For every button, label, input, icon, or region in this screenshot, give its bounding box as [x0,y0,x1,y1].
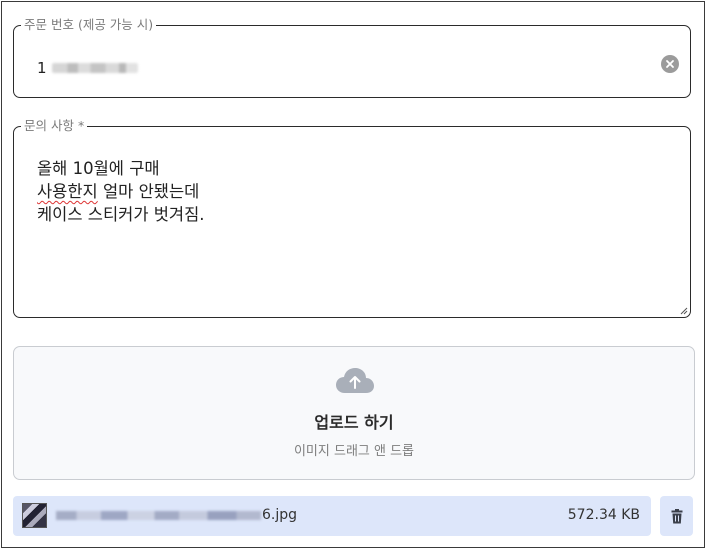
inquiry-field[interactable]: 문의 사항 * 올해 10월에 구매 사용한지 얼마 안됐는데 케이스 스티커가… [13,119,691,318]
redacted-order-number [51,63,138,73]
inquiry-label: 문의 사항 * [24,118,85,133]
inquiry-line-2: 사용한지 얼마 안됐는데 [37,180,670,203]
delete-file-button[interactable] [660,496,693,536]
file-name: 6.jpg [56,507,297,523]
trash-icon [671,508,682,523]
upload-dropzone[interactable]: 업로드 하기 이미지 드래그 앤 드롭 [13,346,695,480]
close-icon [666,60,674,68]
cloud-upload-icon [336,368,374,393]
inquiry-line-3: 케이스 스티커가 벗겨짐. [37,205,205,224]
inquiry-textarea[interactable]: 올해 10월에 구매 사용한지 얼마 안됐는데 케이스 스티커가 벗겨짐. [37,157,670,226]
resize-handle-icon[interactable] [678,305,688,315]
file-size: 572.34 KB [567,507,640,523]
spellcheck-word[interactable]: 사용한지 [37,182,98,201]
upload-title: 업로드 하기 [314,413,394,432]
inquiry-line-1: 올해 10월에 구매 [37,159,160,178]
redacted-file-name [56,510,261,520]
clear-input-button[interactable] [661,55,679,73]
order-number-value[interactable]: 1 [37,59,138,77]
file-name-suffix: 6.jpg [262,507,298,523]
order-number-label: 주문 번호 (제공 가능 시) [24,17,154,32]
file-thumbnail [22,503,47,528]
inquiry-line-2-rest: 얼마 안됐는데 [97,182,200,201]
order-number-field[interactable]: 주문 번호 (제공 가능 시) 1 [13,18,691,98]
order-number-prefix: 1 [37,59,47,77]
upload-subtitle: 이미지 드래그 앤 드롭 [293,444,415,459]
uploaded-file-item: 6.jpg 572.34 KB [13,496,651,536]
inquiry-form: 주문 번호 (제공 가능 시) 1 문의 사항 * 올해 10월에 구매 사용한… [1,1,705,548]
